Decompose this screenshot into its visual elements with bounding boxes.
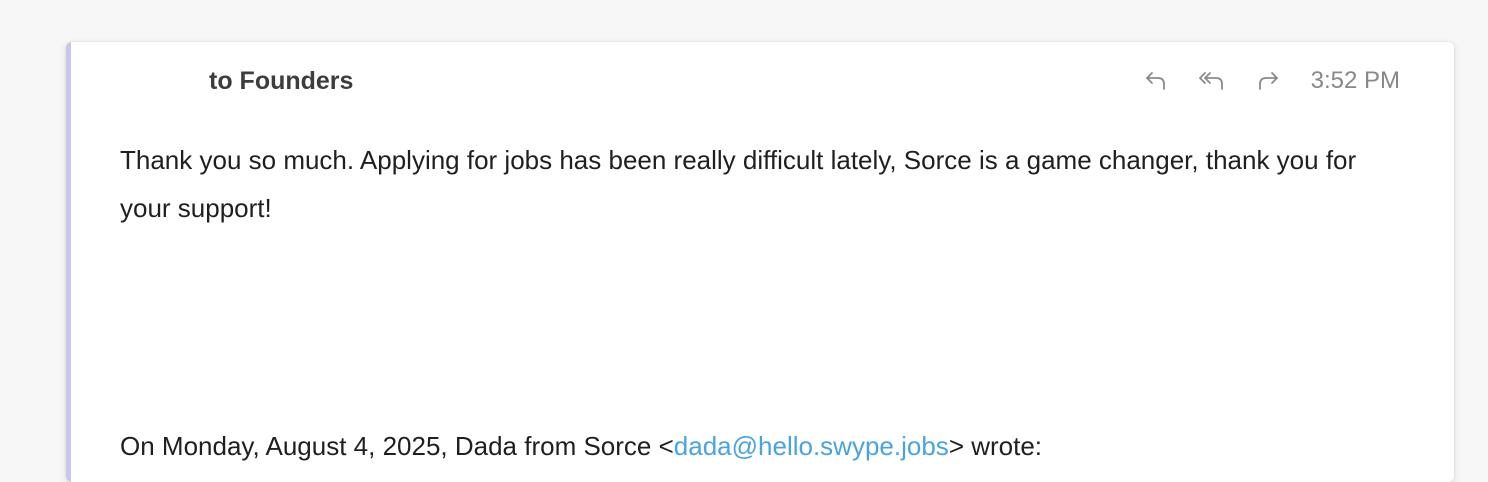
thread-accent-bar — [66, 42, 71, 482]
reply-all-icon — [1198, 72, 1223, 90]
quoted-header: On Monday, August 4, 2025, Dada from Sor… — [120, 422, 1042, 470]
reply-button[interactable] — [1141, 66, 1171, 96]
message-timestamp: 3:52 PM — [1310, 67, 1400, 94]
message-body: Thank you so much. Applying for jobs has… — [120, 145, 1357, 223]
forward-icon — [1258, 72, 1278, 90]
quoted-header-prefix: On Monday, August 4, 2025, Dada from Sor… — [120, 431, 674, 461]
forward-button[interactable] — [1253, 66, 1283, 96]
quoted-header-suffix: > wrote: — [948, 431, 1043, 461]
reply-all-button[interactable] — [1197, 66, 1227, 96]
reply-icon — [1145, 72, 1165, 90]
sender-email-link[interactable]: dada@hello.swype.jobs — [674, 431, 949, 461]
message-actions: 3:52 PM — [1141, 64, 1400, 98]
recipient-line[interactable]: to Founders — [209, 64, 353, 98]
email-message-card: to Founders 3:52 PM Thank you so much. A… — [66, 42, 1454, 482]
